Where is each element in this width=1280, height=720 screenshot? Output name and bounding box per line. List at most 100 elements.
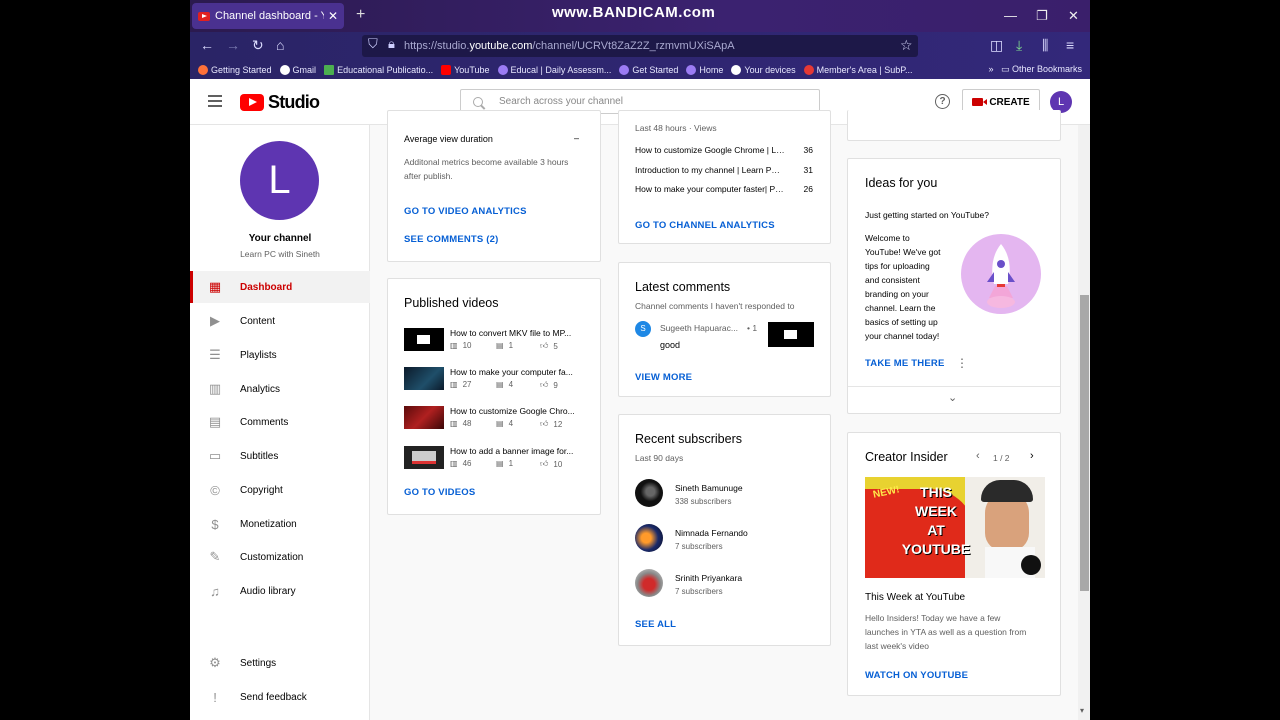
likes-stat: 👍︎ 10 [540, 459, 563, 469]
scroll-down-arrow-icon[interactable]: ▾ [1080, 706, 1084, 715]
url-bar[interactable]: https://studio. youtube.com/channel/UCRVt… [362, 35, 918, 57]
go-to-channel-analytics-link[interactable]: GO TO CHANNEL ANALYTICS [635, 220, 775, 231]
bookmark-item[interactable]: YouTube [441, 64, 490, 75]
sidebar-item-send-feedback[interactable]: ! Send feedback [190, 681, 370, 713]
video-thumbnail[interactable] [404, 446, 444, 469]
subscriber-avatar[interactable] [635, 524, 663, 552]
browser-window: Channel dashboard - YouTube ✕ + www.BAND… [190, 0, 1090, 720]
sidebar-item-customization[interactable]: ✎ Customization [190, 541, 370, 573]
scrollbar-thumb[interactable] [1080, 295, 1089, 591]
insider-video-title[interactable]: This Week at YouTube [865, 592, 965, 603]
shield-icon[interactable]: ⛉ [368, 36, 378, 52]
bookmark-item[interactable]: Home [686, 64, 723, 75]
sidebar-item-analytics[interactable]: ▥ Analytics [190, 373, 370, 405]
video-row[interactable]: How to convert MKV file to MP... ▥ 10 ▤ 1 … [404, 328, 584, 354]
sidebar-item-playlists[interactable]: ☰ Playlists [190, 339, 370, 371]
help-icon[interactable]: ? [935, 94, 950, 109]
video-thumbnail[interactable] [404, 367, 444, 390]
close-tab-icon[interactable]: ✕ [328, 9, 338, 23]
insider-video-thumbnail[interactable]: NEW! THIS WEEK AT YOUTUBE [865, 477, 1045, 578]
go-to-video-analytics-link[interactable]: GO TO VIDEO ANALYTICS [404, 206, 527, 217]
playlists-icon: ☰ [209, 347, 221, 362]
pocket-icon[interactable]: ◫ [990, 37, 1003, 54]
menu-icon[interactable]: ≡ [1066, 37, 1074, 53]
video-camera-icon [972, 98, 988, 106]
bookmark-item[interactable]: Member's Area | SubP... [803, 64, 913, 75]
reload-icon[interactable]: ↻ [252, 37, 264, 54]
comment-author[interactable]: Sugeeth Hapuarac... [660, 323, 738, 333]
video-row[interactable]: How to customize Google Chro... ▥ 48 ▤ 4 👍… [404, 406, 584, 432]
search-icon [473, 96, 483, 107]
subscriber-avatar[interactable] [635, 479, 663, 507]
commenter-avatar[interactable]: S [635, 321, 651, 337]
partial-card [847, 110, 1061, 141]
bookmark-favicon-icon [198, 64, 208, 75]
settings-gear-icon: ⚙ [209, 655, 221, 670]
comments-icon: ▤ [208, 414, 222, 429]
view-more-link[interactable]: VIEW MORE [635, 372, 692, 383]
bookmark-item[interactable]: Getting Started [198, 64, 272, 75]
browser-tab[interactable]: Channel dashboard - YouTube ✕ [192, 3, 344, 29]
comment-icon: ▤ [496, 341, 504, 350]
sidebar-item-dashboard[interactable]: ▦ Dashboard [190, 271, 370, 303]
other-bookmarks[interactable]: » ▭ Other Bookmarks [988, 64, 1082, 75]
take-me-there-link[interactable]: TAKE ME THERE [865, 358, 944, 369]
bookmark-item[interactable]: Your devices [731, 64, 796, 75]
thumbs-up-icon: 👍︎ [540, 380, 549, 389]
home-icon[interactable]: ⌂ [276, 37, 284, 53]
creator-insider-card: Creator Insider ‹ 1 / 2 › NEW! THIS WEEK A… [847, 432, 1061, 696]
bookmark-item[interactable]: Educational Publicatio... [324, 64, 433, 75]
sidebar-item-monetization[interactable]: $ Monetization [190, 508, 370, 540]
url-prefix: https://studio. [404, 40, 470, 52]
new-tab-icon[interactable]: + [356, 6, 365, 24]
avg-view-duration-label: Average view duration [404, 134, 493, 144]
forward-icon[interactable]: → [226, 37, 240, 53]
video-thumbnail[interactable] [404, 328, 444, 351]
sidebar-item-copyright[interactable]: © Copyright [190, 474, 370, 506]
minimize-icon[interactable]: — [1004, 8, 1017, 23]
studio-logo[interactable]: Studio [240, 92, 320, 113]
tab-title: Channel dashboard - YouTube [215, 10, 324, 22]
sidebar-item-audio-library[interactable]: ♫ Audio library [190, 575, 370, 607]
previous-chevron-icon[interactable]: ‹ [976, 450, 980, 462]
comment-text: good [660, 340, 681, 350]
channel-avatar[interactable]: L [240, 141, 319, 220]
watch-on-youtube-link[interactable]: WATCH ON YOUTUBE [865, 670, 968, 681]
maximize-icon[interactable]: ❐ [1036, 8, 1048, 24]
more-options-icon[interactable]: ⋮ [956, 356, 968, 370]
library-icon[interactable]: ⫼ [1042, 37, 1048, 54]
insider-description: Hello Insiders! Today we have a few launc… [865, 613, 1027, 651]
views-stat: ▥ 48 [450, 419, 472, 428]
sidebar-item-comments[interactable]: ▤ Comments [190, 406, 370, 438]
bookmark-item[interactable]: Get Started [619, 64, 678, 75]
comment-video-thumbnail[interactable] [768, 322, 814, 347]
bookmarks-bar: Getting Started Gmail Educational Public… [190, 60, 1090, 79]
expand-chevron-down-icon[interactable]: ⌄ [948, 391, 957, 404]
bookmark-star-icon[interactable]: ☆ [900, 37, 913, 54]
bookmark-item[interactable]: Gmail [279, 64, 316, 75]
go-to-videos-link[interactable]: GO TO VIDEOS [404, 487, 475, 498]
sidebar-item-settings[interactable]: ⚙ Settings [190, 647, 370, 679]
sidebar-item-content[interactable]: ▶ Content [190, 305, 370, 337]
subscriber-avatar[interactable] [635, 569, 663, 597]
likes-stat: 👍︎ 12 [540, 419, 563, 429]
channel-analytics-card: Last 48 hours · Views How to customize G… [618, 110, 831, 244]
sidebar-item-subtitles[interactable]: ▭ Subtitles [190, 440, 370, 472]
download-icon[interactable]: ⤓ [1016, 37, 1022, 54]
ideas-title: Ideas for you [865, 176, 938, 190]
see-comments-link[interactable]: SEE COMMENTS (2) [404, 234, 499, 245]
close-window-icon[interactable]: ✕ [1068, 8, 1079, 24]
subscriber-row[interactable]: Sineth Bamunuge 338 subscribers [635, 479, 825, 511]
subscriber-row[interactable]: Nimnada Fernando 7 subscribers [635, 524, 825, 556]
thumbnail-text: THIS WEEK AT YOUTUBE [901, 484, 971, 557]
hamburger-menu-icon[interactable] [208, 95, 222, 110]
video-row[interactable]: How to make your computer fa... ▥ 27 ▤ 4 👍… [404, 367, 584, 393]
next-chevron-icon[interactable]: › [1030, 450, 1034, 462]
back-icon[interactable]: ← [200, 37, 214, 53]
see-all-link[interactable]: SEE ALL [635, 619, 676, 630]
video-thumbnail[interactable] [404, 406, 444, 429]
latest-comments-card: Latest comments Channel comments I haven… [618, 262, 831, 397]
video-row[interactable]: How to add a banner image for... ▥ 46 ▤ 1 … [404, 446, 584, 472]
subscriber-row[interactable]: Srinith Priyankara 7 subscribers [635, 569, 825, 601]
bookmark-item[interactable]: Educal | Daily Assessm... [497, 64, 611, 75]
